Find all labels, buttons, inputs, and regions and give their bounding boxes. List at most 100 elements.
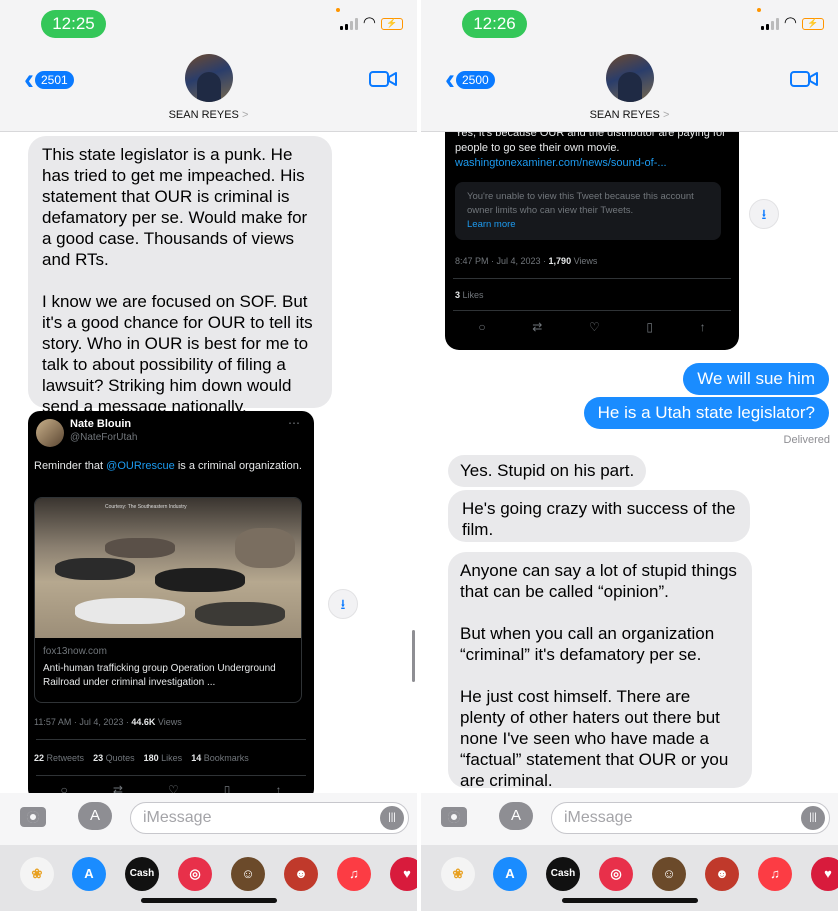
more-options-icon[interactable]: ⋯ — [288, 416, 300, 430]
divider — [36, 739, 306, 740]
photo-figure — [75, 598, 185, 624]
conversation-header: 12:25 ◠ ⚡ ‹ 2501 SEAN REYES > — [0, 0, 417, 132]
tweet-mention-link[interactable]: @OURrescue — [106, 460, 175, 472]
tweet-stat-retweets[interactable]: 22 Retweets — [34, 753, 84, 763]
link-card-title: Anti-human trafficking group Operation U… — [43, 663, 276, 688]
facetime-video-icon[interactable] — [790, 70, 818, 88]
photo-figure — [55, 558, 135, 580]
heart-app-icon[interactable]: ♥ — [811, 857, 838, 891]
contact-name-button[interactable]: SEAN REYES > — [0, 109, 417, 121]
incoming-message[interactable]: Anyone can say a lot of stupid things th… — [448, 552, 752, 790]
contact-name-button[interactable]: SEAN REYES > — [421, 109, 838, 121]
bookmark-icon[interactable]: ▯ — [224, 783, 231, 793]
reply-icon[interactable]: ○ — [478, 320, 485, 334]
tweet-views-label: Views — [571, 256, 598, 266]
stat-label: Quotes — [105, 753, 135, 763]
cash-app-icon[interactable]: Cash — [546, 857, 580, 891]
camera-icon[interactable] — [20, 807, 46, 827]
message-composer: A iMessage ||| — [0, 793, 417, 845]
outgoing-message[interactable]: He is a Utah state legislator? — [583, 397, 829, 429]
status-icons: ◠ ⚡ — [760, 15, 824, 30]
link-card-domain: fox13now.com — [43, 646, 107, 657]
learn-more-link[interactable]: Learn more — [467, 219, 516, 230]
divider — [36, 775, 306, 776]
search-app-icon[interactable]: ◎ — [178, 857, 212, 891]
app-glyph: ◎ — [189, 866, 201, 881]
share-tweet-button[interactable]: ⭳ — [328, 589, 358, 619]
app-glyph: ♥ — [824, 866, 832, 881]
tweet-stat-bookmarks[interactable]: 14 Bookmarks — [191, 753, 249, 763]
share-icon[interactable]: ↑ — [700, 320, 706, 334]
retweet-icon[interactable]: ⇄ — [113, 783, 123, 793]
contact-name: SEAN REYES — [168, 109, 239, 121]
incoming-message[interactable]: This state legislator is a punk. He has … — [28, 136, 332, 416]
audio-waveform-icon[interactable]: ||| — [801, 806, 825, 830]
outgoing-message[interactable]: We will sue him — [683, 363, 829, 395]
app-store-icon[interactable]: A — [78, 802, 112, 830]
app-store-icon[interactable]: A — [499, 802, 533, 830]
memoji-stickers-app-icon[interactable]: ☻ — [705, 857, 739, 891]
link-card[interactable]: Courtesy: The Southeastern Industry fox1… — [34, 497, 302, 703]
retweet-icon[interactable]: ⇄ — [532, 320, 542, 334]
tweet-stat-likes[interactable]: 3 Likes — [455, 290, 484, 300]
photos-app-icon[interactable]: ❀ — [20, 857, 54, 891]
tweet-stat-likes[interactable]: 180 Likes — [144, 753, 183, 763]
bookmark-icon[interactable]: ▯ — [646, 320, 653, 334]
tweet-views-count: 1,790 — [548, 256, 572, 266]
share-icon[interactable]: ↑ — [275, 783, 281, 793]
photo-figure — [105, 538, 175, 558]
app-glyph: ☺ — [662, 866, 676, 881]
photo-figure — [195, 602, 285, 626]
app-store-app-icon[interactable]: A — [493, 857, 527, 891]
stat-count: 14 — [191, 753, 202, 763]
home-indicator — [561, 898, 698, 903]
tweet-timestamp: 11:57 AM · Jul 4, 2023 · 44.6K Views — [34, 717, 182, 727]
back-button[interactable]: ‹ 2501 — [24, 65, 74, 95]
app-glyph: ♥ — [403, 866, 411, 881]
back-button[interactable]: ‹ 2500 — [445, 63, 495, 96]
message-list[interactable]: This state legislator is a punk. He has … — [0, 132, 417, 793]
stat-count: 23 — [93, 753, 104, 763]
app-glyph: ❀ — [452, 866, 464, 881]
tweet-article-link[interactable]: washingtonexaminer.com/news/sound-of-... — [455, 157, 667, 169]
contact-avatar[interactable] — [605, 54, 654, 102]
imessage-input[interactable]: iMessage ||| — [130, 802, 409, 834]
imessage-input[interactable]: iMessage ||| — [551, 802, 830, 834]
photos-app-icon[interactable]: ❀ — [441, 857, 475, 891]
contact-avatar[interactable] — [184, 54, 233, 102]
contact-name: SEAN REYES — [589, 109, 660, 121]
like-icon[interactable]: ♡ — [168, 783, 179, 793]
memoji-app-icon[interactable]: ☺ — [231, 857, 265, 891]
like-icon[interactable]: ♡ — [589, 320, 600, 334]
incoming-message[interactable]: He's going crazy with success of the fil… — [448, 490, 750, 542]
cash-app-icon[interactable]: Cash — [125, 857, 159, 891]
stat-count: 180 — [143, 753, 159, 763]
music-app-icon[interactable]: ♫ — [758, 857, 792, 891]
embedded-tweet[interactable]: Yes, it's because OUR and the distributo… — [445, 132, 739, 350]
message-paragraph: He just cost himself. There are plenty o… — [460, 687, 729, 790]
battery-charging-icon: ⚡ — [802, 18, 824, 30]
tweet-stat-quotes[interactable]: 23 Quotes — [93, 753, 135, 763]
audio-waveform-icon[interactable]: ||| — [380, 806, 404, 830]
memoji-stickers-app-icon[interactable]: ☻ — [284, 857, 318, 891]
app-store-app-icon[interactable]: A — [72, 857, 106, 891]
message-text: We will sue him — [697, 369, 815, 388]
share-tweet-button[interactable]: ⭳ — [749, 199, 779, 229]
memoji-app-icon[interactable]: ☺ — [652, 857, 686, 891]
music-app-icon[interactable]: ♫ — [337, 857, 371, 891]
photo-caption: Courtesy: The Southeastern Industry — [105, 504, 187, 510]
incoming-message[interactable]: Yes. Stupid on his part. — [448, 455, 647, 487]
stat-label: Likes — [460, 290, 484, 300]
heart-app-icon[interactable]: ♥ — [390, 857, 417, 891]
cellular-signal-icon — [339, 18, 358, 30]
reply-icon[interactable]: ○ — [61, 783, 68, 793]
tweet-avatar — [36, 419, 64, 447]
chevron-left-icon: ‹ — [445, 63, 455, 96]
cellular-signal-icon — [760, 18, 779, 30]
facetime-video-icon[interactable] — [369, 70, 397, 88]
search-app-icon[interactable]: ◎ — [599, 857, 633, 891]
camera-icon[interactable] — [441, 807, 467, 827]
message-list[interactable]: Yes, it's because OUR and the distributo… — [421, 132, 838, 793]
embedded-tweet[interactable]: Nate Blouin @NateForUtah ⋯ Reminder that… — [28, 411, 314, 793]
message-paragraph: Anyone can say a lot of stupid things th… — [460, 561, 737, 601]
